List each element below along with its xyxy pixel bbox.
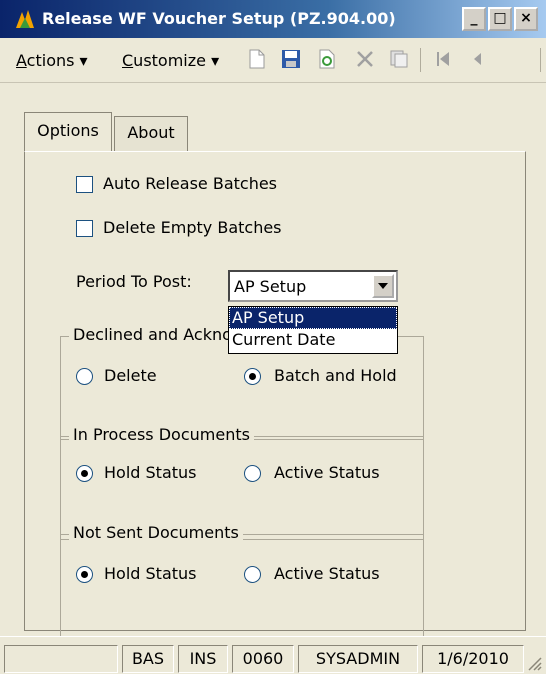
status-cell-user: SYSADMIN — [298, 645, 418, 673]
actions-menu-label: Actions — [16, 51, 75, 70]
status-cell-ins: INS — [178, 645, 228, 673]
status-cell-code: 0060 — [232, 645, 294, 673]
not-sent-hold-label: Hold Status — [104, 564, 197, 583]
refresh-icon[interactable] — [316, 48, 338, 70]
not-sent-active-label: Active Status — [274, 564, 380, 583]
resize-grip-icon[interactable] — [528, 657, 542, 671]
delete-icon[interactable] — [354, 48, 376, 70]
period-to-post-select[interactable]: AP Setup — [228, 270, 398, 302]
close-button[interactable]: × — [514, 7, 538, 31]
chevron-down-icon: ▾ — [79, 51, 88, 70]
status-bar: BAS INS 0060 SYSADMIN 1/6/2010 — [0, 636, 546, 674]
toolbar: Actions ▾ Customize ▾ — [0, 38, 546, 83]
period-dropdown-list: AP Setup Current Date — [228, 306, 398, 354]
in-process-hold-radio[interactable] — [76, 465, 93, 482]
previous-icon[interactable] — [466, 48, 488, 70]
toolbar-separator — [540, 48, 541, 72]
in-process-hold-label: Hold Status — [104, 463, 197, 482]
in-process-group-legend: In Process Documents — [69, 425, 254, 444]
copy-icon[interactable] — [388, 48, 410, 70]
tab-options[interactable]: Options — [24, 112, 112, 152]
title-bar: Release WF Voucher Setup (PZ.904.00) _ □… — [0, 0, 546, 38]
dropdown-option-current-date[interactable]: Current Date — [229, 329, 397, 351]
delete-empty-checkbox[interactable] — [76, 220, 93, 237]
auto-release-checkbox[interactable] — [76, 176, 93, 193]
not-sent-active-radio[interactable] — [244, 566, 261, 583]
chevron-down-icon[interactable] — [372, 274, 394, 298]
window-title: Release WF Voucher Setup (PZ.904.00) — [42, 9, 396, 28]
in-process-active-radio[interactable] — [244, 465, 261, 482]
status-cell-blank — [4, 645, 118, 673]
chevron-down-icon: ▾ — [211, 51, 220, 70]
not-sent-group: Not Sent Documents — [60, 523, 424, 638]
dropdown-option-ap-setup[interactable]: AP Setup — [229, 307, 397, 329]
save-icon[interactable] — [280, 48, 302, 70]
customize-menu[interactable]: Customize ▾ — [122, 51, 219, 70]
declined-batch-hold-label: Batch and Hold — [274, 366, 397, 385]
declined-delete-label: Delete — [104, 366, 157, 385]
maximize-button[interactable]: □ — [488, 7, 512, 31]
actions-menu[interactable]: Actions ▾ — [16, 51, 88, 70]
declined-delete-radio[interactable] — [76, 368, 93, 385]
declined-batch-hold-radio[interactable] — [244, 368, 261, 385]
app-icon — [16, 10, 34, 28]
period-to-post-label: Period To Post: — [76, 272, 192, 291]
in-process-active-label: Active Status — [274, 463, 380, 482]
not-sent-group-legend: Not Sent Documents — [69, 523, 243, 542]
toolbar-separator — [420, 48, 421, 72]
auto-release-label: Auto Release Batches — [103, 174, 278, 193]
tab-about[interactable]: About — [114, 116, 188, 152]
delete-empty-label: Delete Empty Batches — [103, 218, 282, 237]
status-cell-date: 1/6/2010 — [422, 645, 524, 673]
not-sent-hold-radio[interactable] — [76, 566, 93, 583]
status-cell-bas: BAS — [122, 645, 174, 673]
customize-menu-label: Customize — [122, 51, 206, 70]
minimize-button[interactable]: _ — [462, 7, 486, 31]
period-to-post-value: AP Setup — [234, 277, 307, 296]
new-icon[interactable] — [246, 48, 268, 70]
first-icon[interactable] — [432, 48, 454, 70]
